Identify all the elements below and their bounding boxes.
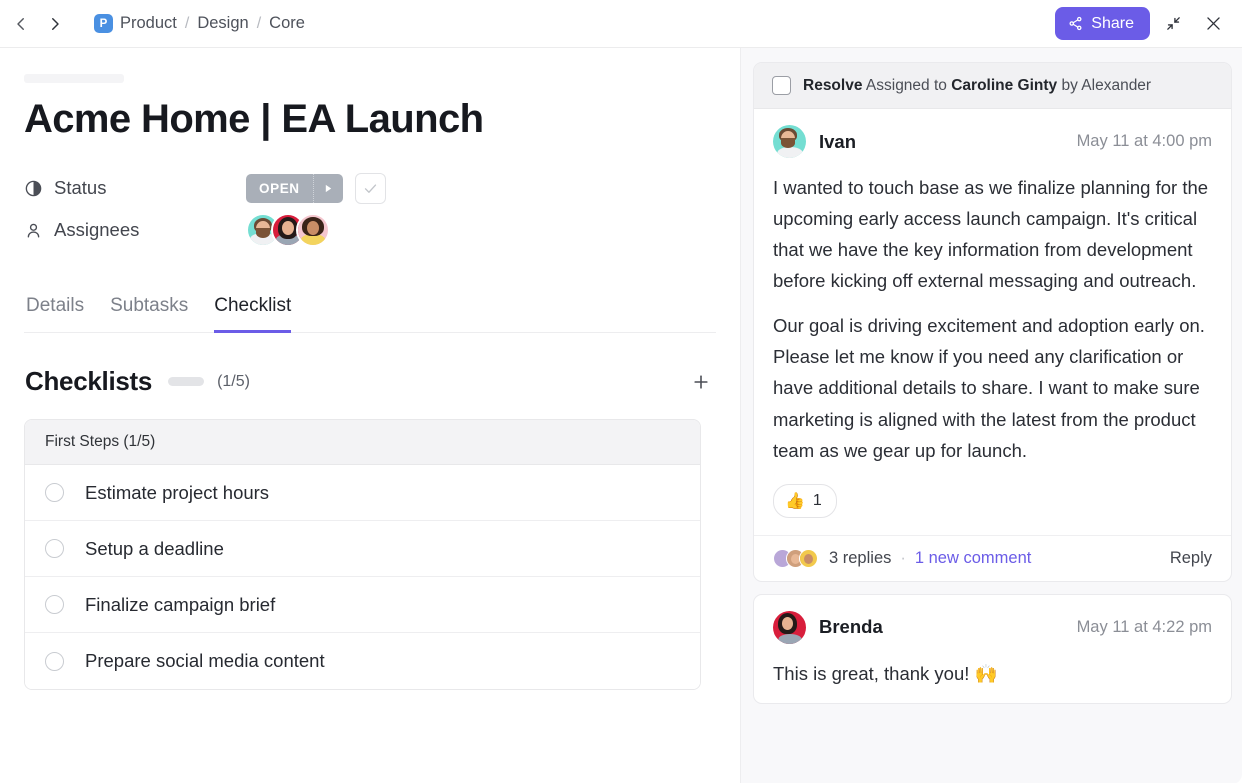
comment-body: Brenda May 11 at 4:22 pm This is great, … [754, 595, 1231, 689]
comment-timestamp: May 11 at 4:00 pm [1076, 132, 1212, 150]
status-label-group: Status [24, 177, 246, 199]
comment-thread-card: Resolve Assigned to Caroline Ginty by Al… [753, 62, 1232, 582]
comment-card: Brenda May 11 at 4:22 pm This is great, … [753, 593, 1232, 704]
reply-avatar-group [773, 548, 818, 568]
check-icon [363, 181, 378, 196]
assignees-row: Assignees [24, 209, 716, 251]
share-icon [1068, 16, 1083, 31]
comment-paragraph: This is great, thank you! 🙌 [773, 662, 998, 684]
checklist-group: First Steps (1/5) Estimate project hours… [24, 419, 701, 690]
reaction-count: 1 [812, 491, 822, 509]
checklists-header: Checklists (1/5) [24, 366, 716, 397]
tab-subtasks[interactable]: Subtasks [110, 295, 188, 333]
forward-navigation-button[interactable] [38, 7, 72, 41]
resolve-text: Resolve Assigned to Caroline Ginty by Al… [803, 77, 1151, 95]
comment-header: Ivan May 11 at 4:00 pm [773, 125, 1212, 158]
breadcrumb-item-core[interactable]: Core [269, 14, 305, 33]
reaction-row: 👍 1 [773, 480, 1212, 535]
checklist-item-checkbox[interactable] [45, 539, 64, 558]
by-prefix: by [1061, 76, 1078, 94]
comment-paragraph: I wanted to touch base as we finalize pl… [773, 177, 1209, 292]
share-button-label: Share [1091, 14, 1134, 32]
placeholder-line [24, 74, 124, 83]
resolve-label[interactable]: Resolve [803, 77, 862, 94]
breadcrumb: P Product / Design / Core [94, 14, 305, 33]
resolve-checkbox[interactable] [772, 76, 791, 95]
reply-button[interactable]: Reply [1170, 549, 1212, 568]
checklist-item-checkbox[interactable] [45, 483, 64, 502]
status-badge[interactable]: OPEN [246, 173, 343, 203]
task-detail-window: P Product / Design / Core Share Acme Hom… [0, 0, 1242, 784]
page-title: Acme Home | EA Launch [24, 97, 484, 141]
add-checklist-button[interactable] [686, 367, 716, 397]
resolve-bar: Resolve Assigned to Caroline Ginty by Al… [754, 63, 1231, 109]
breadcrumb-item-product[interactable]: Product [120, 14, 177, 33]
checklist-item-label: Finalize campaign brief [85, 593, 276, 615]
window-header: P Product / Design / Core Share [0, 0, 1242, 48]
project-badge-icon: P [94, 14, 113, 33]
breadcrumb-item-design[interactable]: Design [197, 14, 248, 33]
checklist-item-label: Estimate project hours [85, 481, 270, 503]
checklist-group-title: First Steps (1/5) [25, 420, 700, 465]
back-navigation-button[interactable] [4, 7, 38, 41]
thumbs-up-reaction-button[interactable]: 👍 1 [773, 483, 837, 518]
replies-count[interactable]: 3 replies [829, 549, 891, 568]
separator-dot: · [900, 548, 906, 567]
avatar [799, 548, 818, 568]
task-main-panel: Acme Home | EA Launch Status OPEN Assign… [0, 48, 740, 783]
comment-author: Ivan [819, 130, 857, 152]
avatar[interactable] [773, 125, 806, 158]
comments-panel: Resolve Assigned to Caroline Ginty by Al… [740, 48, 1242, 783]
assignee-name: Caroline Ginty [951, 76, 1058, 94]
close-icon[interactable] [1196, 7, 1230, 41]
collapse-arrows-icon[interactable] [1156, 7, 1190, 41]
breadcrumb-separator: / [256, 14, 262, 32]
breadcrumb-separator: / [184, 14, 190, 32]
comment-timestamp: May 11 at 4:22 pm [1076, 617, 1212, 636]
caret-right-icon[interactable] [314, 184, 343, 193]
assignees-label: Assignees [54, 219, 140, 240]
checklist-progress-bar [168, 377, 205, 386]
comment-body: Ivan May 11 at 4:00 pm I wanted to touch… [754, 109, 1231, 535]
checklist-item-label: Prepare social media content [85, 650, 325, 671]
status-label: Status [54, 177, 107, 198]
checklist-item-checkbox[interactable] [45, 651, 64, 671]
tab-details[interactable]: Details [26, 295, 84, 333]
checklist-item[interactable]: Finalize campaign brief [25, 577, 700, 633]
status-row: Status OPEN [24, 167, 716, 209]
comment-author: Brenda [819, 616, 883, 638]
avatar[interactable] [773, 610, 806, 644]
checklist-item[interactable]: Prepare social media content [25, 633, 700, 689]
thumbs-up-icon: 👍 [785, 492, 805, 510]
status-value: OPEN [259, 180, 300, 196]
task-tabs: Details Subtasks Checklist [24, 295, 716, 333]
checklist-item[interactable]: Setup a deadline [25, 521, 700, 577]
person-icon [24, 221, 43, 240]
assignees-label-group: Assignees [24, 219, 246, 241]
checklist-progress-count: (1/5) [217, 372, 250, 390]
avatar[interactable] [296, 213, 330, 247]
window-body: Acme Home | EA Launch Status OPEN Assign… [0, 48, 1242, 783]
new-comment-link[interactable]: 1 new comment [915, 549, 1031, 568]
status-circle-icon [24, 179, 43, 198]
comment-header: Brenda May 11 at 4:22 pm [773, 610, 1212, 644]
checklist-item-checkbox[interactable] [45, 595, 64, 614]
share-button[interactable]: Share [1055, 7, 1150, 40]
assigner-name: Alexander [1081, 76, 1152, 94]
comment-paragraph: Our goal is driving excitement and adopt… [773, 315, 1205, 461]
tab-checklist[interactable]: Checklist [214, 295, 292, 333]
replies-row: 3 replies · 1 new comment Reply [754, 534, 1231, 581]
assigned-prefix: Assigned to [865, 76, 947, 94]
checklist-item[interactable]: Estimate project hours [25, 465, 700, 521]
checklists-heading: Checklists [25, 366, 153, 396]
plus-icon [691, 372, 711, 392]
mark-complete-button[interactable] [354, 172, 386, 204]
assignee-avatar-group [246, 213, 330, 247]
checklist-item-label: Setup a deadline [85, 537, 224, 559]
